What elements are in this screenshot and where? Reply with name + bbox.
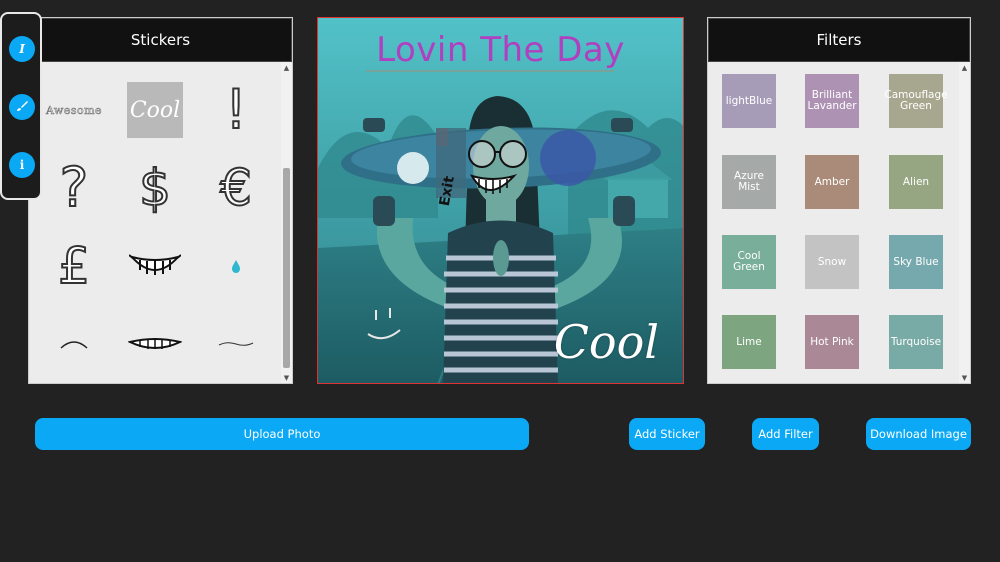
brush-icon xyxy=(16,100,28,115)
sticker-awesome[interactable]: Awesome xyxy=(39,80,109,140)
add-sticker-button[interactable]: Add Sticker xyxy=(629,418,705,450)
grin-icon xyxy=(129,254,181,275)
water-drop-icon xyxy=(232,260,240,273)
sticker-euro[interactable]: € xyxy=(201,158,271,218)
editor-canvas[interactable]: Exit Lovin The Day Cool xyxy=(317,17,684,384)
filter-tile[interactable]: Lime xyxy=(722,315,776,369)
canvas-title-text[interactable]: Lovin The Day xyxy=(318,30,683,70)
sticker-lips[interactable] xyxy=(120,314,190,374)
filter-tile[interactable]: lightBlue xyxy=(722,74,776,128)
tilde-icon xyxy=(218,342,254,346)
sticker-pound[interactable]: £ xyxy=(39,236,109,296)
filter-tile[interactable]: Sky Blue xyxy=(889,235,943,289)
stickers-panel: Stickers Awesome Cool ! ? $ € £ ▲ ▼ xyxy=(28,17,293,384)
sticker-grin[interactable] xyxy=(120,236,190,296)
sticker-dollar[interactable]: $ xyxy=(120,158,190,218)
filter-tile[interactable]: Camouflage Green xyxy=(884,74,948,128)
add-filter-button[interactable]: Add Filter xyxy=(752,418,819,450)
text-tool-button[interactable]: I xyxy=(9,36,35,62)
tool-sidebar: I i xyxy=(0,12,42,200)
info-icon: i xyxy=(19,158,25,172)
filter-tile[interactable]: Hot Pink xyxy=(805,315,859,369)
filter-tile[interactable]: Alien xyxy=(889,155,943,209)
sticker-drop[interactable] xyxy=(201,236,271,296)
filter-tile[interactable]: Cool Green xyxy=(722,235,776,289)
filter-tile[interactable]: Azure Mist xyxy=(722,155,776,209)
info-tool-button[interactable]: i xyxy=(9,152,35,178)
scroll-thumb[interactable] xyxy=(283,168,290,368)
stickers-panel-title: Stickers xyxy=(29,18,292,62)
scroll-down-icon[interactable]: ▼ xyxy=(959,372,970,383)
sticker-exclamation[interactable]: ! xyxy=(201,80,271,140)
brush-tool-button[interactable] xyxy=(9,94,35,120)
filters-panel: Filters lightBlue Brilliant Lavander Camou… xyxy=(707,17,971,384)
filters-panel-title: Filters xyxy=(708,18,970,62)
filter-tile[interactable]: Amber xyxy=(805,155,859,209)
filter-tile[interactable]: Snow xyxy=(805,235,859,289)
filter-tile[interactable]: Turquoise xyxy=(889,315,943,369)
scroll-up-icon[interactable]: ▲ xyxy=(281,62,292,73)
filter-tile[interactable]: Brilliant Lavander xyxy=(805,74,859,128)
sticker-question[interactable]: ? xyxy=(39,158,109,218)
sticker-cool[interactable]: Cool xyxy=(120,80,190,140)
eyebrow-icon xyxy=(60,341,88,349)
upload-photo-button[interactable]: Upload Photo xyxy=(35,418,529,450)
filters-scrollbar[interactable]: ▲ ▼ xyxy=(959,62,970,383)
lips-icon xyxy=(128,338,182,349)
canvas-cool-sticker[interactable]: Cool xyxy=(554,315,659,369)
text-italic-icon: I xyxy=(19,42,25,56)
scroll-down-icon[interactable]: ▼ xyxy=(281,372,292,383)
sticker-tilde[interactable] xyxy=(201,314,271,374)
scroll-up-icon[interactable]: ▲ xyxy=(959,62,970,73)
title-underline xyxy=(366,70,614,72)
stickers-scrollbar[interactable]: ▲ ▼ xyxy=(281,62,292,383)
sticker-brow[interactable] xyxy=(39,314,109,374)
download-image-button[interactable]: Download Image xyxy=(866,418,971,450)
